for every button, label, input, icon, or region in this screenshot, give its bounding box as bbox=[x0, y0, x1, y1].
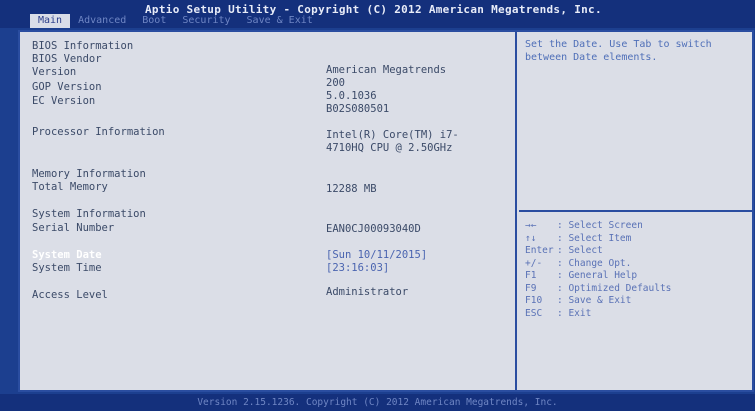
key-name: F1 bbox=[525, 270, 537, 281]
access-level-value: Administrator bbox=[326, 286, 409, 298]
access-level-label: Access Level bbox=[32, 289, 108, 301]
system-date-label[interactable]: System Date bbox=[32, 249, 102, 261]
help-pane: Set the Date. Use Tab to switch between … bbox=[519, 32, 752, 212]
key-description: : General Help bbox=[557, 270, 638, 281]
system-date-value[interactable]: [Sun 10/11/2015] bbox=[326, 249, 427, 261]
bios-vendor-label: BIOS Vendor bbox=[32, 53, 102, 65]
version-label: Version bbox=[32, 66, 77, 78]
bios-information-heading: BIOS Information bbox=[32, 40, 134, 52]
key-description: : Select Item bbox=[557, 232, 632, 244]
key-row: F9 : Optimized Defaults bbox=[525, 283, 750, 296]
tab-security[interactable]: Security bbox=[174, 14, 238, 28]
key-name: Enter bbox=[525, 245, 554, 256]
version-value: 200 bbox=[326, 77, 345, 89]
key-name: F10 bbox=[525, 295, 543, 306]
key-row: F1 : General Help bbox=[525, 270, 750, 283]
tab-main[interactable]: Main bbox=[30, 14, 71, 28]
key-description: : Select Screen bbox=[557, 220, 643, 231]
total-memory-label: Total Memory bbox=[32, 181, 108, 193]
system-information-heading: System Information bbox=[32, 208, 146, 220]
key-legend-pane: →← : Select Screen ↑↓ : Select Item Enter:… bbox=[519, 214, 752, 390]
main-panel: BIOS Information BIOS Vendor American Me… bbox=[18, 30, 754, 392]
key-description: : Exit bbox=[557, 307, 592, 319]
key-row: Enter: Select bbox=[525, 245, 750, 258]
key-name: ESC bbox=[525, 307, 543, 319]
key-description: : Save & Exit bbox=[557, 295, 632, 306]
key-description: : Optimized Defaults bbox=[557, 282, 672, 294]
key-name: +/- bbox=[525, 257, 543, 269]
serial-number-label: Serial Number bbox=[32, 222, 115, 234]
key-row: ESC : Exit bbox=[525, 308, 750, 321]
settings-pane: BIOS Information BIOS Vendor American Me… bbox=[20, 32, 517, 390]
total-memory-value: 12288 MB bbox=[326, 183, 377, 195]
gop-version-value: 5.0.1036 bbox=[326, 90, 377, 102]
tab-boot[interactable]: Boot bbox=[134, 14, 174, 28]
memory-information-heading: Memory Information bbox=[32, 168, 146, 180]
bios-vendor-value: American Megatrends bbox=[326, 64, 447, 76]
key-description: : Select bbox=[557, 245, 603, 256]
processor-value-line2: 4710HQ CPU @ 2.50GHz bbox=[326, 142, 453, 154]
key-description: : Change Opt. bbox=[557, 257, 632, 269]
processor-value-line1: Intel(R) Core(TM) i7- bbox=[326, 129, 459, 141]
tab-bar: Main Advanced Boot Security Save & Exit bbox=[0, 14, 321, 28]
key-row: ↑↓ : Select Item bbox=[525, 233, 750, 246]
bios-screen: Aptio Setup Utility - Copyright (C) 2012… bbox=[0, 0, 755, 411]
key-legend: →← : Select Screen ↑↓ : Select Item Enter:… bbox=[525, 220, 750, 320]
ec-version-label: EC Version bbox=[32, 95, 96, 107]
tab-save-exit[interactable]: Save & Exit bbox=[239, 14, 321, 28]
footer-version: Version 2.15.1236. Copyright (C) 2012 Am… bbox=[0, 394, 755, 411]
serial-number-value: EAN0CJ00093040D bbox=[326, 223, 421, 235]
help-text: Set the Date. Use Tab to switch between … bbox=[525, 39, 718, 63]
system-time-label[interactable]: System Time bbox=[32, 262, 102, 274]
key-row: +/- : Change Opt. bbox=[525, 258, 750, 271]
ec-version-value: B02S080501 bbox=[326, 103, 390, 115]
processor-information-label: Processor Information bbox=[32, 126, 165, 138]
gop-version-label: GOP Version bbox=[32, 81, 102, 93]
key-row: F10 : Save & Exit bbox=[525, 295, 750, 308]
system-time-value[interactable]: [23:16:03] bbox=[326, 262, 389, 274]
key-name: ↑↓ bbox=[525, 232, 537, 244]
key-row: →← : Select Screen bbox=[525, 220, 750, 233]
key-name: →← bbox=[525, 220, 537, 231]
tab-advanced[interactable]: Advanced bbox=[70, 14, 134, 28]
key-name: F9 bbox=[525, 282, 537, 294]
title-bar: Aptio Setup Utility - Copyright (C) 2012… bbox=[0, 0, 755, 28]
